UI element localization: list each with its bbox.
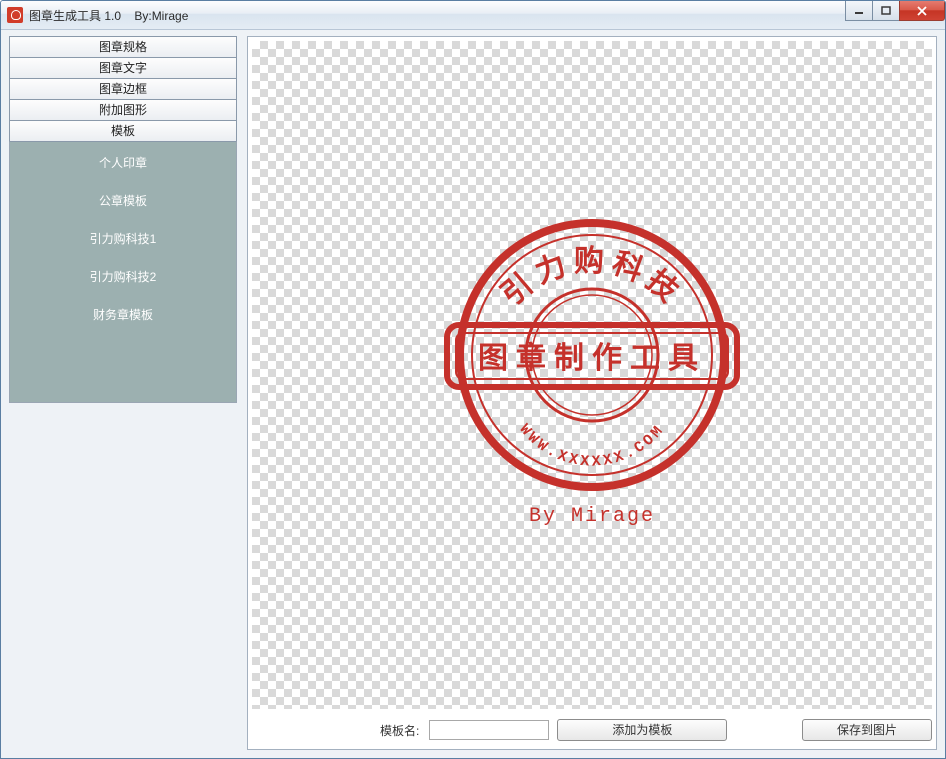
client-area: 图章规格 图章文字 图章边框 附加图形 模板 个人印章 公章模板 引力购科技1 … <box>9 36 937 750</box>
template-item-yiligou1[interactable]: 引力购科技1 <box>10 230 236 248</box>
minimize-button[interactable] <box>845 1 873 21</box>
section-stamp-text[interactable]: 图章文字 <box>9 57 237 79</box>
add-template-button[interactable]: 添加为模板 <box>557 719 727 741</box>
template-item-finance[interactable]: 财务章模板 <box>10 306 236 324</box>
stamp-byline: By Mirage <box>529 505 655 528</box>
section-stamp-spec[interactable]: 图章规格 <box>9 36 237 58</box>
stamp-preview: 引力购科技 WWW.XXXXXX.COM 图章制作工具 By Mirage <box>432 195 752 535</box>
titlebar[interactable]: 图章生成工具 1.0 By:Mirage <box>1 1 945 30</box>
section-extra-shape[interactable]: 附加图形 <box>9 99 237 121</box>
template-item-personal[interactable]: 个人印章 <box>10 154 236 172</box>
maximize-icon <box>881 6 891 16</box>
window-title: 图章生成工具 1.0 By:Mirage <box>29 7 188 24</box>
app-window: 图章生成工具 1.0 By:Mirage 图章规格 <box>0 0 946 759</box>
sidebar: 图章规格 图章文字 图章边框 附加图形 模板 个人印章 公章模板 引力购科技1 … <box>9 36 237 750</box>
section-templates[interactable]: 模板 <box>9 120 237 142</box>
minimize-icon <box>854 7 864 15</box>
template-item-official[interactable]: 公章模板 <box>10 192 236 210</box>
maximize-button[interactable] <box>872 1 900 21</box>
section-stamp-border[interactable]: 图章边框 <box>9 78 237 100</box>
canvas[interactable]: 引力购科技 WWW.XXXXXX.COM 图章制作工具 By Mirage <box>252 41 932 709</box>
template-item-yiligou2[interactable]: 引力购科技2 <box>10 268 236 286</box>
app-icon <box>7 7 23 23</box>
window-controls <box>846 1 945 21</box>
close-icon <box>916 6 928 16</box>
bottom-bar: 模板名: 添加为模板 保存到图片 <box>252 709 932 745</box>
preview-panel: 引力购科技 WWW.XXXXXX.COM 图章制作工具 By Mirage <box>247 36 937 750</box>
save-image-button[interactable]: 保存到图片 <box>802 719 932 741</box>
template-name-label: 模板名: <box>380 722 421 739</box>
template-name-input[interactable] <box>429 720 549 740</box>
template-list: 个人印章 公章模板 引力购科技1 引力购科技2 财务章模板 <box>9 141 237 403</box>
close-button[interactable] <box>899 1 945 21</box>
stamp-banner-text: 图章制作工具 <box>478 341 706 375</box>
